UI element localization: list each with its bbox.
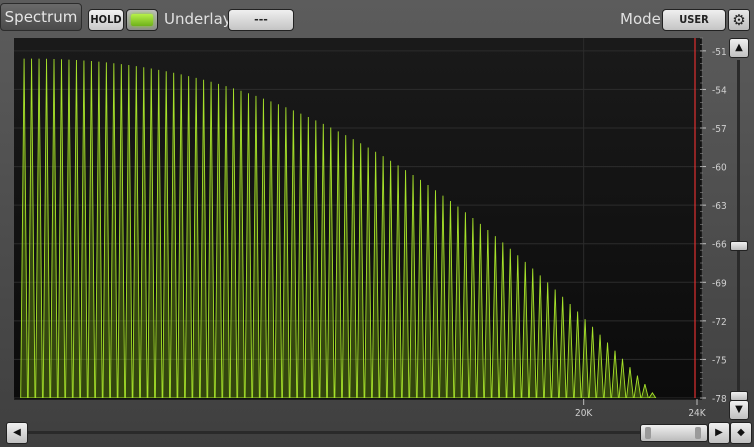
diamond-icon: ◆	[737, 427, 745, 438]
scroll-thumb-left-grip[interactable]	[645, 427, 651, 439]
triangle-down-icon: ▼	[735, 404, 743, 415]
scroll-right-button[interactable]: ▶	[708, 422, 730, 444]
y-tick-label: -66	[712, 240, 727, 251]
horizontal-scroll-track[interactable]	[28, 431, 704, 434]
vertical-scroll-track[interactable]	[737, 60, 740, 418]
horizontal-scroll-thumb[interactable]	[640, 424, 708, 442]
horizontal-scrollbar[interactable]: ◀ ▶ ◆	[0, 421, 754, 447]
y-tick-label: -63	[712, 201, 727, 212]
vertical-scroll-thumb-upper[interactable]	[730, 241, 748, 251]
y-tick-label: -60	[712, 163, 727, 174]
y-tick-label: -51	[712, 47, 727, 58]
scroll-up-button[interactable]: ▲	[729, 38, 749, 58]
x-tick-label: 20K	[575, 408, 593, 419]
triangle-left-icon: ◀	[13, 427, 21, 438]
y-tick-label: -72	[712, 317, 727, 328]
vertical-scrollbar[interactable]: ▲ ▼	[729, 38, 749, 420]
triangle-right-icon: ▶	[715, 427, 723, 438]
scroll-left-button[interactable]: ◀	[6, 422, 28, 444]
y-tick-label: -69	[712, 278, 727, 289]
y-tick-label: -75	[712, 355, 727, 366]
x-tick-label: 24K	[688, 408, 706, 419]
chart-axes: -51 -54 -57 -60 -63 -66 -69 -72 -75 -78 20K 24K	[575, 37, 727, 419]
spectrum-analyzer-window: Spectrum HOLD Underlay --- Mode USER ⚙ -…	[0, 0, 754, 447]
y-tick-label: -54	[712, 85, 727, 96]
scroll-thumb-right-grip[interactable]	[695, 427, 701, 439]
y-tick-label: -78	[712, 394, 727, 405]
scroll-down-button[interactable]: ▼	[729, 400, 749, 420]
triangle-up-icon: ▲	[735, 42, 743, 53]
y-tick-label: -57	[712, 124, 727, 135]
zoom-button[interactable]: ◆	[730, 422, 752, 444]
